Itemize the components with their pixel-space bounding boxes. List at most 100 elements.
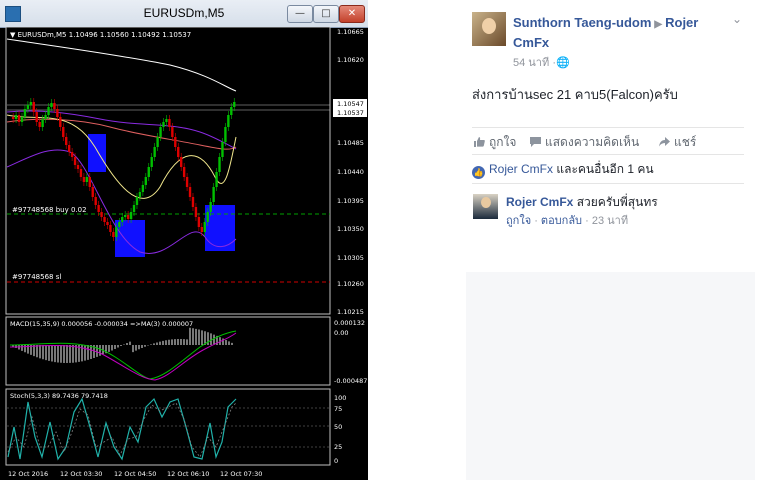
candle-body: [150, 157, 153, 167]
stoch-scale: 50: [334, 423, 342, 431]
candle-body: [188, 187, 192, 197]
time-label: 12 Oct 06:10: [167, 470, 209, 478]
candle-body: [44, 115, 47, 119]
sl-label: #97748568 sl: [12, 273, 61, 281]
candle-body: [212, 187, 215, 202]
candle-body: [227, 115, 230, 127]
candle-body: [197, 217, 201, 227]
macd-scale: -0.000487: [334, 377, 367, 385]
candle-body: [76, 165, 80, 169]
candle-body: [103, 217, 106, 222]
close-button[interactable]: ✕: [339, 5, 365, 23]
candle-body: [206, 212, 209, 222]
candle-body: [203, 222, 206, 232]
candle-body: [221, 142, 224, 157]
price-scale: 1.10665 1.10620 1.10547 1.10537 1.10485 …: [333, 28, 367, 316]
price-label: 1.10350: [337, 225, 364, 233]
candle-body: [112, 232, 115, 237]
post-card: Sunthorn Taeng-udom ▶ Rojer CmFx ⌄ 54 นาที…: [466, 0, 755, 272]
comment-like-link[interactable]: ถูกใจ: [506, 215, 531, 227]
candle-body: [11, 117, 15, 119]
time-label: 12 Oct 2016: [8, 470, 48, 478]
price-label: 1.10537: [337, 109, 364, 117]
post-text: ส่งการบ้านsec 21 คาบ5(Falcon)ครับ: [472, 87, 678, 102]
candle-body: [62, 127, 65, 137]
candle-body: [35, 112, 38, 122]
commenter-name[interactable]: Rojer CmFx: [506, 195, 573, 209]
price-label: 1.10485: [337, 139, 364, 147]
comment-body: Rojer CmFx สวยครับพี่สุนทร: [506, 193, 658, 212]
price-label: 1.10665: [337, 28, 364, 36]
likes-summary[interactable]: 👍 Rojer CmFx และคนอื่นอีก 1 คน: [472, 160, 654, 179]
post-actions: ถูกใจ แสดงความคิดเห็น แชร์: [472, 127, 744, 155]
author-name[interactable]: Sunthorn Taeng-udom: [513, 15, 651, 30]
candle-body: [144, 177, 148, 185]
candle-body: [100, 212, 103, 217]
candle-body: [67, 145, 71, 152]
thumbs-up-icon: [474, 137, 485, 147]
price-label: 1.10260: [337, 280, 364, 288]
comment-reply-link[interactable]: ตอบกลับ: [541, 215, 582, 227]
candle-body: [123, 215, 127, 217]
candle-body: [82, 177, 86, 182]
candle-body: [200, 227, 204, 232]
candle-body: [38, 122, 41, 127]
candle-body: [177, 147, 180, 157]
comment-text: สวยครับพี่สุนทร: [576, 195, 658, 209]
stoch-scale: 100: [334, 394, 346, 402]
candle-body: [191, 197, 195, 207]
candle-body: [59, 117, 62, 127]
candle-body: [171, 127, 174, 137]
commenter-avatar[interactable]: [473, 194, 498, 219]
share-button[interactable]: แชร์: [659, 133, 696, 152]
candle-body: [17, 115, 21, 122]
author-avatar[interactable]: [472, 12, 506, 46]
macd-scale: 0.00: [334, 329, 348, 337]
candle-body: [162, 122, 165, 127]
price-label: 1.10305: [337, 254, 364, 262]
stoch-label: Stoch(5,3,3) 89.7436 79.7418: [10, 392, 108, 400]
comment-time[interactable]: 23 นาที: [592, 215, 628, 227]
price-label: 1.10395: [337, 197, 364, 205]
stoch-scale: 0: [334, 457, 338, 465]
comment-icon: [530, 137, 541, 147]
candle-body: [88, 177, 91, 187]
like-button[interactable]: ถูกใจ: [474, 133, 516, 152]
price-chart[interactable]: ▼ EURUSDm,M5 1.10496 1.10560 1.10492 1.1…: [0, 27, 368, 480]
candle-body: [135, 197, 139, 205]
candle-body: [26, 105, 30, 109]
candle-body: [215, 172, 218, 187]
candle-body: [32, 102, 35, 112]
candle-body: [73, 157, 77, 165]
candle-body: [70, 152, 74, 157]
candle-body: [56, 109, 59, 117]
stoch-frame: [5, 388, 331, 466]
facebook-panel: Sunthorn Taeng-udom ▶ Rojer CmFx ⌄ 54 นาที…: [466, 0, 755, 480]
window-titlebar[interactable]: EURUSDm,M5 — □ ✕: [0, 0, 368, 28]
chart-header: ▼ EURUSDm,M5 1.10496 1.10560 1.10492 1.1…: [10, 31, 191, 39]
time-label: 12 Oct 04:50: [114, 470, 156, 478]
candle-body: [14, 115, 18, 119]
candle-body: [29, 102, 33, 105]
candle-body: [85, 177, 89, 182]
candle-body: [147, 167, 150, 177]
price-label: 1.10620: [337, 56, 364, 64]
minimize-button[interactable]: —: [287, 5, 313, 23]
price-label: 1.10440: [337, 168, 364, 176]
macd-label: MACD(15,35,9) 0.000056 -0.000034 =>MA(3)…: [10, 320, 193, 328]
globe-icon: ·🌐: [552, 57, 570, 69]
price-label: 1.10215: [337, 308, 364, 316]
divider: [472, 183, 744, 184]
candle-body: [141, 185, 145, 192]
comment-button[interactable]: แสดงความคิดเห็น: [530, 133, 639, 152]
chevron-down-icon[interactable]: ⌄: [732, 12, 742, 26]
candle-body: [179, 157, 183, 167]
candle-body: [165, 119, 168, 122]
candle-body: [115, 227, 118, 237]
candle-body: [109, 225, 112, 232]
candle-body: [153, 147, 156, 157]
stoch-scale: 25: [334, 443, 342, 451]
comment-meta: ถูกใจ · ตอบกลับ · 23 นาที: [506, 215, 629, 227]
post-time[interactable]: 54 นาที ·🌐: [513, 53, 570, 71]
maximize-button[interactable]: □: [313, 5, 339, 23]
